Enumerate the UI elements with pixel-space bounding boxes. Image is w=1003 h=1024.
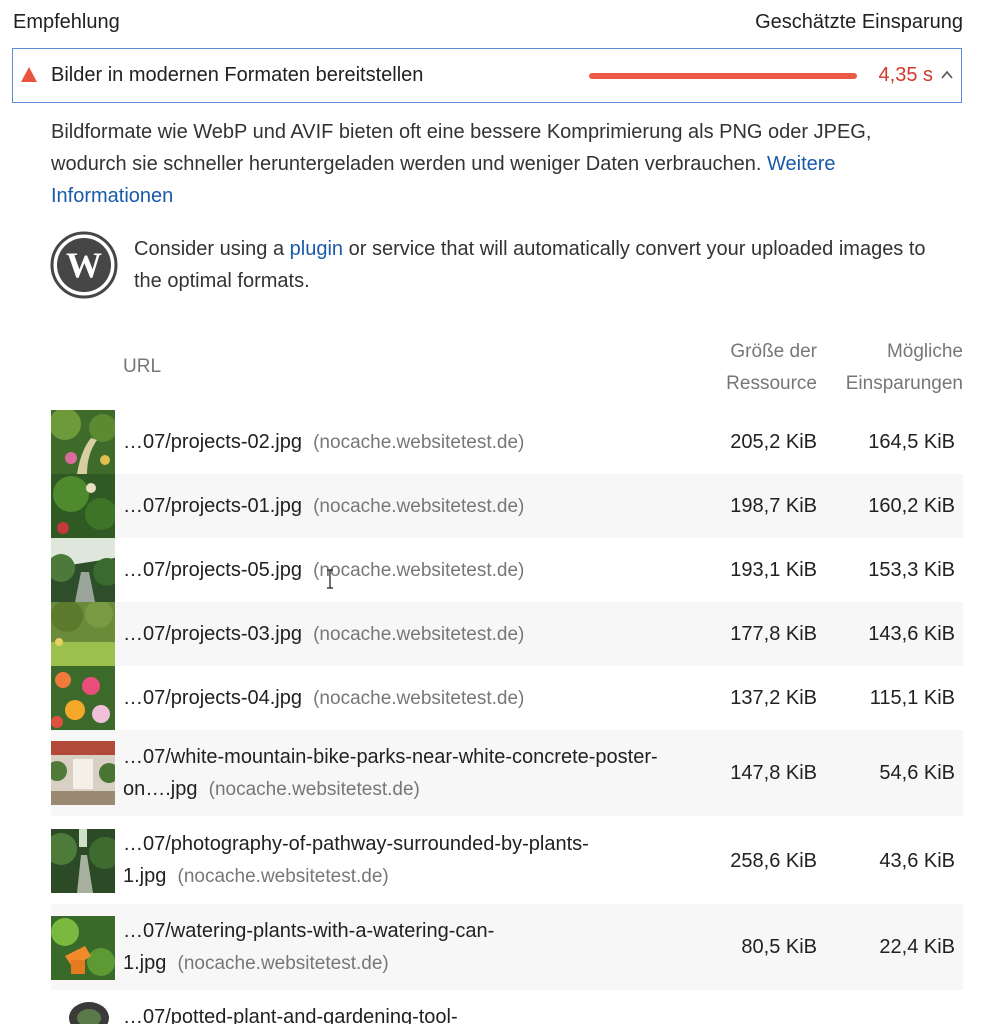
url-cell[interactable]: …07/potted-plant-and-gardening-tool- [123,1001,458,1024]
url-host: (nocache.websitetest.de) [313,560,525,581]
watering-can-thumbnail [51,916,115,980]
url-cell[interactable]: …07/projects-04.jpg (nocache.websitetest… [123,682,524,715]
greenhouse-path-thumbnail [51,538,115,602]
column-header-resource-size: Größe der Ressource [726,336,817,400]
table-row: …07/white-mountain-bike-parks-near-white… [51,730,963,816]
resource-size-line1: Größe der [730,341,817,362]
warning-triangle-icon [21,67,37,82]
table-row: …07/potted-plant-and-gardening-tool- [51,990,963,1024]
resource-size-cell: 177,8 KiB [730,623,817,645]
chevron-up-icon[interactable] [940,68,954,82]
flowers-thumbnail [51,666,115,730]
description-text: Bildformate wie WebP und AVIF bieten oft… [51,121,872,175]
possible-savings-line2: Einsparungen [845,373,963,394]
url-text: …07/projects-03.jpg [123,623,302,645]
column-header-url: URL [123,356,162,377]
resource-size-cell: 193,1 KiB [730,559,817,581]
resource-size-cell: 198,7 KiB [730,495,817,517]
url-text: …07/photography-of-pathway-surrounded-by… [123,833,589,855]
url-text: …07/projects-05.jpg [123,559,302,581]
url-host: (nocache.websitetest.de) [313,496,525,517]
possible-savings-cell: 115,1 KiB [869,687,955,709]
url-text-continued: 1.jpg [123,952,167,974]
resource-size-cell: 258,6 KiB [730,850,817,872]
possible-savings-cell: 54,6 KiB [879,762,955,784]
audit-description: Bildformate wie WebP und AVIF bieten oft… [51,116,951,212]
url-host: (nocache.websitetest.de) [177,866,389,887]
plugin-link[interactable]: plugin [290,238,343,260]
potted-plant-thumbnail [51,1002,115,1024]
pathway-plants-thumbnail [51,829,115,893]
possible-savings-cell: 22,4 KiB [879,936,955,958]
url-text: …07/potted-plant-and-gardening-tool- [123,1006,458,1024]
text-cursor-icon [327,569,333,589]
possible-savings-line1: Mögliche [886,341,963,362]
table-row: …07/projects-02.jpg (nocache.websitetest… [51,410,963,474]
table-row: …07/projects-03.jpg (nocache.websitetest… [51,602,963,666]
resource-size-cell: 137,2 KiB [730,687,817,709]
possible-savings-cell: 153,3 KiB [868,559,955,581]
url-host: (nocache.websitetest.de) [313,432,525,453]
url-cell[interactable]: …07/watering-plants-with-a-watering-can-… [123,915,494,980]
url-cell[interactable]: …07/projects-03.jpg (nocache.websitetest… [123,618,524,651]
audit-title: Bilder in modernen Formaten bereitstelle… [51,64,424,86]
resource-size-line2: Ressource [726,373,817,394]
resource-size-cell: 80,5 KiB [741,936,817,958]
url-host: (nocache.websitetest.de) [313,624,525,645]
table-row: …07/watering-plants-with-a-watering-can-… [51,904,963,990]
recommendation-heading: Empfehlung [13,11,120,33]
svg-text:W: W [66,245,102,285]
audit-modern-image-formats[interactable]: Bilder in modernen Formaten bereitstelle… [12,48,962,103]
possible-savings-cell: 160,2 KiB [868,495,955,517]
url-text: …07/white-mountain-bike-parks-near-white… [123,746,658,768]
table-header-bar: Empfehlung Geschätzte Einsparung [0,0,1003,46]
table-row: …07/projects-01.jpg (nocache.websitetest… [51,474,963,538]
bike-interior-thumbnail [51,741,115,805]
resource-size-cell: 205,2 KiB [730,431,817,453]
savings-bar [589,73,857,79]
possible-savings-cell: 143,6 KiB [868,623,955,645]
url-host: (nocache.websitetest.de) [177,953,389,974]
url-text: …07/watering-plants-with-a-watering-can- [123,920,495,942]
wp-tip-before: Consider using a [134,238,290,260]
wordpress-tip: Consider using a plugin or service that … [134,233,934,297]
garden-plants-thumbnail [51,474,115,538]
url-cell[interactable]: …07/projects-02.jpg (nocache.websitetest… [123,426,524,459]
url-cell[interactable]: …07/white-mountain-bike-parks-near-white… [123,741,658,806]
url-text: …07/projects-01.jpg [123,495,302,517]
url-text-continued: 1.jpg [123,865,167,887]
wordpress-icon: W [50,231,118,299]
url-text: …07/projects-02.jpg [123,431,302,453]
garden-path-thumbnail [51,410,115,474]
table-row: …07/projects-05.jpg (nocache.websitetest… [51,538,963,602]
table-row: …07/projects-04.jpg (nocache.websitetest… [51,666,963,730]
url-cell[interactable]: …07/projects-01.jpg (nocache.websitetest… [123,490,524,523]
possible-savings-cell: 164,5 KiB [868,431,955,453]
url-host: (nocache.websitetest.de) [313,688,525,709]
estimated-savings-heading: Geschätzte Einsparung [755,11,963,33]
table-row: …07/photography-of-pathway-surrounded-by… [51,816,963,904]
url-cell[interactable]: …07/projects-05.jpg (nocache.websitetest… [123,554,524,587]
column-header-possible-savings: Mögliche Einsparungen [846,336,963,400]
url-text-continued: on….jpg [123,778,198,800]
savings-value: 4,35 s [878,64,933,86]
possible-savings-cell: 43,6 KiB [879,850,955,872]
url-host: (nocache.websitetest.de) [208,779,420,800]
url-cell[interactable]: …07/photography-of-pathway-surrounded-by… [123,828,589,893]
garden-lawn-thumbnail [51,602,115,666]
url-text: …07/projects-04.jpg [123,687,302,709]
resource-size-cell: 147,8 KiB [730,762,817,784]
